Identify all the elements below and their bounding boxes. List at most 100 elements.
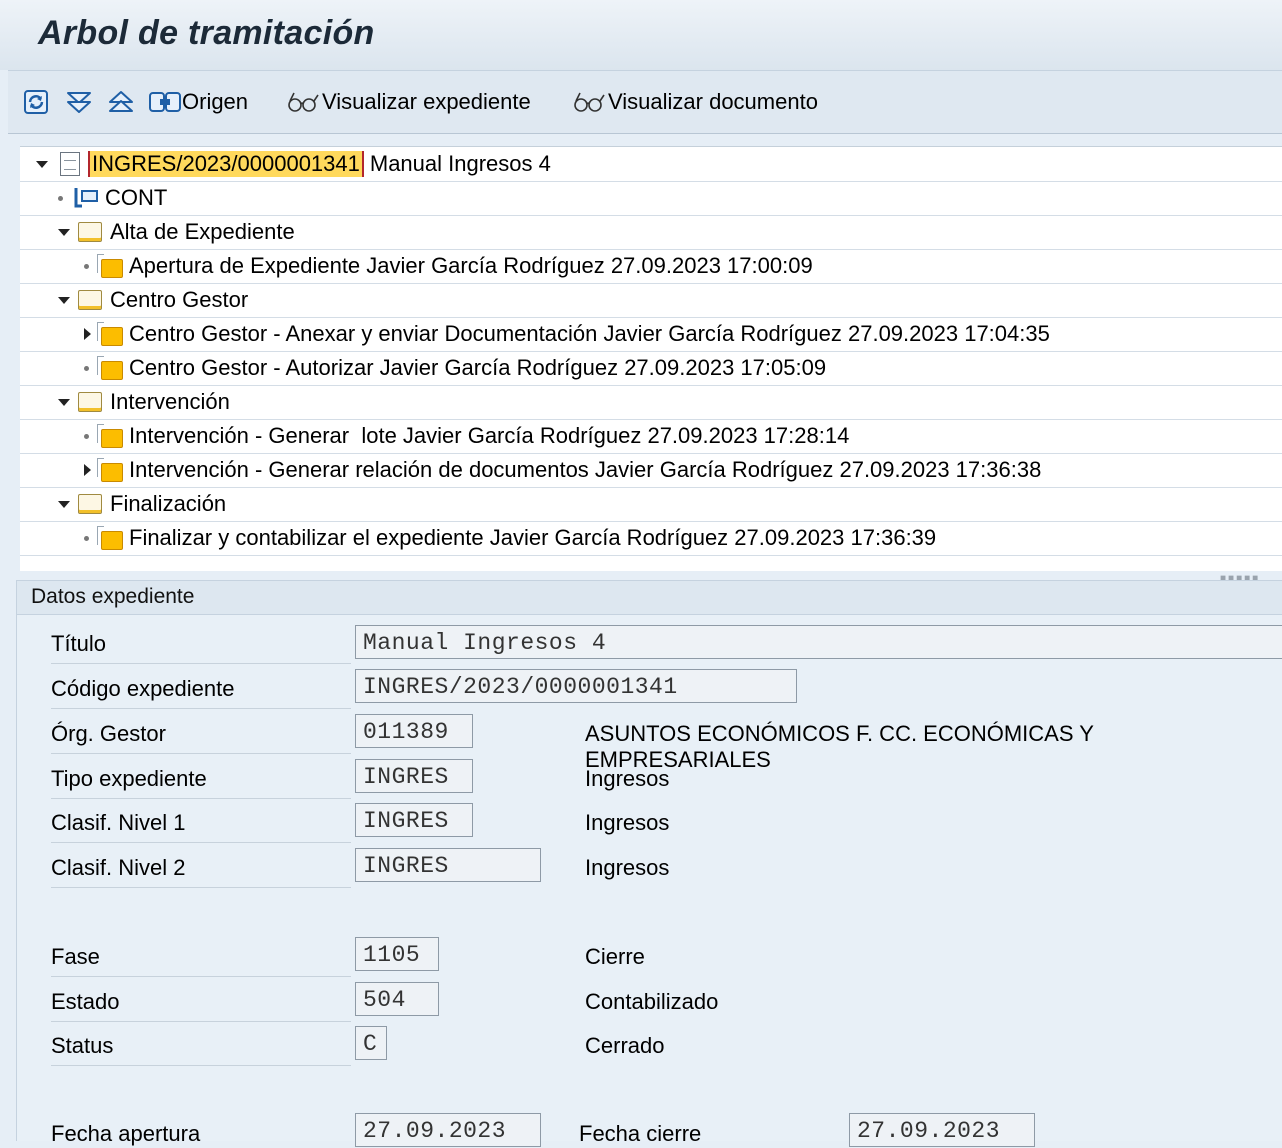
- class-level1-field[interactable]: INGRES: [355, 803, 473, 837]
- org-gestor-desc: ASUNTOS ECONÓMICOS F. CC. ECONÓMICAS Y E…: [585, 721, 1094, 772]
- expand-all-icon: [67, 92, 91, 113]
- tree-node-autorizar[interactable]: Centro Gestor - Autorizar Javier García …: [20, 351, 1282, 386]
- root-file-id[interactable]: INGRES/2023/0000001341: [88, 151, 364, 177]
- tree-node-label: CONT: [105, 185, 168, 210]
- label-underline: [51, 708, 351, 709]
- label-underline: [51, 842, 351, 843]
- tree-node-label: Centro Gestor - Autorizar Javier García …: [129, 355, 827, 380]
- collapse-arrow-icon[interactable]: [36, 160, 48, 168]
- step-folder-icon: [95, 424, 123, 448]
- leaf-bullet-icon: [84, 433, 89, 439]
- details-header: Datos expediente: [17, 581, 1282, 615]
- tree-node-label: Centro Gestor: [110, 287, 249, 312]
- cont-node-icon: [74, 188, 98, 208]
- step-folder-icon: [95, 526, 123, 550]
- toolbar: Origen Visualizar expediente Visualizar …: [8, 70, 1282, 134]
- tree-node-label: Intervención - Generar relación de docum…: [129, 457, 1042, 482]
- view-file-label: Visualizar expediente: [322, 89, 531, 114]
- collapse-arrow-icon[interactable]: [58, 228, 70, 236]
- status-desc: Cerrado: [585, 1033, 665, 1058]
- glasses-icon: [574, 92, 605, 112]
- label-underline: [51, 753, 351, 754]
- state-field[interactable]: 504: [355, 982, 439, 1016]
- label-underline: [51, 887, 351, 888]
- tree-node-intervencion[interactable]: Intervención: [20, 385, 1282, 420]
- field-label: Tipo expediente: [51, 766, 207, 791]
- field-label: Estado: [51, 989, 120, 1014]
- collapse-arrow-icon[interactable]: [58, 398, 70, 406]
- label-underline: [51, 798, 351, 799]
- phase-desc: Cierre: [585, 944, 645, 969]
- origin-label: Origen: [182, 89, 249, 114]
- refresh-button[interactable]: [22, 87, 50, 117]
- closing-date-label: Fecha cierre: [579, 1121, 702, 1146]
- tree-node-label: Alta de Expediente: [110, 219, 295, 244]
- tree-node-label: Finalización: [110, 491, 227, 516]
- tree-node-generar-lote[interactable]: Intervención - Generar lote Javier Garcí…: [20, 419, 1282, 454]
- step-folder-icon: [95, 322, 123, 346]
- collapse-arrow-icon[interactable]: [58, 296, 70, 304]
- details-panel: Datos expediente Título Manual Ingresos …: [16, 580, 1282, 1147]
- tree-node-centro-gestor[interactable]: Centro Gestor: [20, 283, 1282, 318]
- tree-node-label: Finalizar y contabilizar el expediente J…: [129, 525, 937, 550]
- step-folder-icon: [95, 356, 123, 380]
- tree-node-cont[interactable]: CONT: [20, 181, 1282, 216]
- collapse-arrow-icon[interactable]: [58, 500, 70, 508]
- folder-icon: [78, 290, 102, 310]
- closing-date-field[interactable]: 27.09.2023: [849, 1113, 1035, 1147]
- expand-arrow-icon[interactable]: [84, 328, 91, 340]
- file-code-field[interactable]: INGRES/2023/0000001341: [355, 669, 797, 703]
- tree-node-finalizar[interactable]: Finalizar y contabilizar el expediente J…: [20, 521, 1282, 556]
- leaf-bullet-icon: [84, 263, 89, 269]
- opening-date-label: Fecha apertura: [51, 1121, 201, 1146]
- collapse-all-icon: [109, 91, 133, 112]
- view-file-button[interactable]: Visualizar expediente: [286, 87, 531, 117]
- folder-icon: [78, 494, 102, 514]
- tree-node-apertura[interactable]: Apertura de Expediente Javier García Rod…: [20, 249, 1282, 284]
- field-label: Órg. Gestor: [51, 721, 166, 746]
- collapse-all-button[interactable]: [106, 87, 136, 117]
- tree-node-label: Centro Gestor - Anexar y enviar Document…: [129, 321, 1050, 346]
- phase-field[interactable]: 1105: [355, 937, 439, 971]
- leaf-bullet-icon: [84, 365, 89, 371]
- details-title: Datos expediente: [31, 585, 195, 608]
- refresh-icon: [24, 90, 48, 114]
- field-label: Título: [51, 631, 107, 656]
- class-level1-desc: Ingresos: [585, 810, 670, 835]
- origin-icon: [149, 92, 181, 112]
- leaf-bullet-icon: [58, 195, 63, 201]
- leaf-bullet-icon: [84, 535, 89, 541]
- file-type-field[interactable]: INGRES: [355, 759, 473, 793]
- status-field[interactable]: C: [355, 1026, 387, 1060]
- expand-all-button[interactable]: [64, 87, 94, 117]
- field-label: Fase: [51, 944, 100, 969]
- process-tree: INGRES/2023/0000001341 Manual Ingresos 4…: [20, 146, 1282, 571]
- field-label: Clasif. Nivel 1: [51, 810, 186, 835]
- field-label: Código expediente: [51, 676, 235, 701]
- tree-node-finalizacion[interactable]: Finalización: [20, 487, 1282, 522]
- state-desc: Contabilizado: [585, 989, 719, 1014]
- glasses-icon: [288, 92, 319, 112]
- label-underline: [51, 663, 351, 664]
- label-underline: [51, 1021, 351, 1022]
- origin-button[interactable]: Origen: [148, 87, 248, 117]
- view-document-label: Visualizar documento: [608, 89, 818, 114]
- tree-node-anexar[interactable]: Centro Gestor - Anexar y enviar Document…: [20, 317, 1282, 352]
- class-level2-field[interactable]: INGRES: [355, 848, 541, 882]
- field-label: Clasif. Nivel 2: [51, 855, 186, 880]
- page-title: Arbol de tramitación: [38, 14, 375, 52]
- label-underline: [51, 976, 351, 977]
- title-field[interactable]: Manual Ingresos 4: [355, 625, 1282, 659]
- expand-arrow-icon[interactable]: [84, 464, 91, 476]
- title-bar: Arbol de tramitación: [0, 0, 1282, 70]
- view-document-button[interactable]: Visualizar documento: [572, 87, 818, 117]
- tree-node-alta[interactable]: Alta de Expediente: [20, 215, 1282, 250]
- folder-icon: [78, 392, 102, 412]
- tree-node-label: Intervención: [110, 389, 230, 414]
- tree-root-node[interactable]: INGRES/2023/0000001341 Manual Ingresos 4: [20, 147, 1282, 182]
- opening-date-field[interactable]: 27.09.2023: [355, 1113, 541, 1147]
- tree-node-generar-relacion[interactable]: Intervención - Generar relación de docum…: [20, 453, 1282, 488]
- org-gestor-field[interactable]: 011389: [355, 714, 473, 748]
- step-folder-icon: [95, 254, 123, 278]
- tree-node-label: Apertura de Expediente Javier García Rod…: [129, 253, 813, 278]
